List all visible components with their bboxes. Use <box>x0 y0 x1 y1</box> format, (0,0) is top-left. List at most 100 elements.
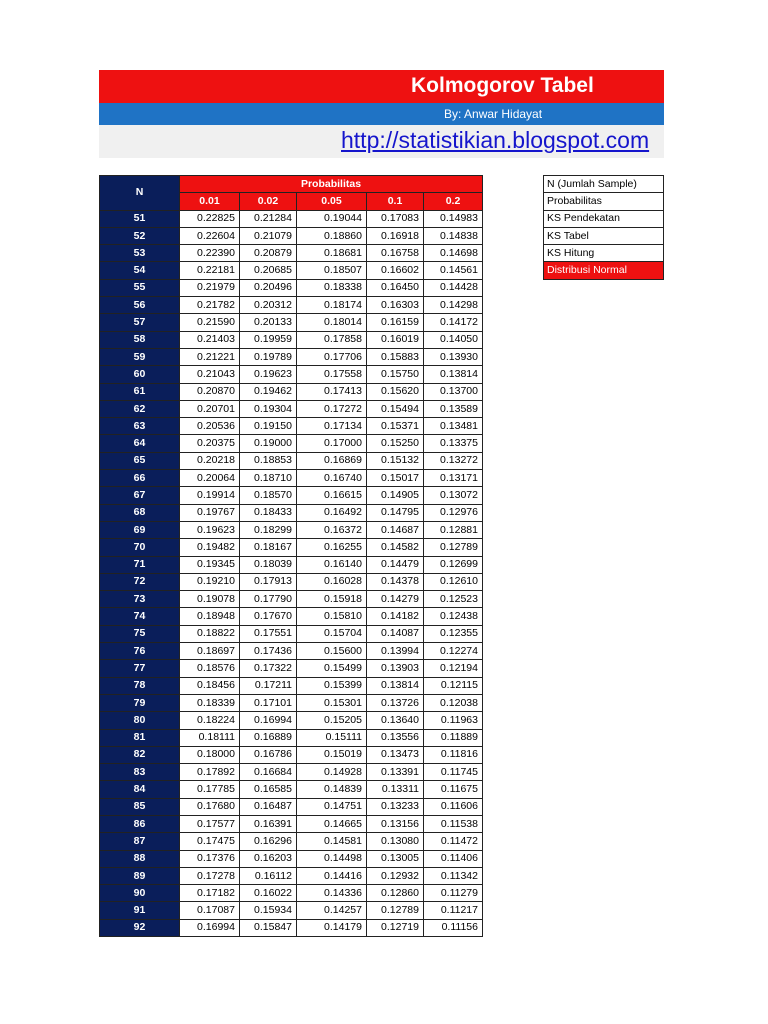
value-cell[interactable]: 0.14581 <box>296 832 367 851</box>
value-cell[interactable]: 0.16303 <box>366 296 424 315</box>
value-cell[interactable]: 0.20496 <box>239 278 297 298</box>
value-cell[interactable]: 0.17101 <box>239 693 297 713</box>
value-cell[interactable]: 0.13375 <box>423 434 483 453</box>
value-cell[interactable]: 0.16740 <box>296 469 367 488</box>
value-cell[interactable]: 0.11156 <box>423 918 483 938</box>
value-cell[interactable]: 0.13005 <box>366 849 424 868</box>
value-cell[interactable]: 0.15301 <box>296 693 367 713</box>
n-cell[interactable]: 91 <box>99 901 180 920</box>
value-cell[interactable]: 0.17790 <box>239 590 297 609</box>
value-cell[interactable]: 0.21403 <box>179 330 240 349</box>
value-cell[interactable]: 0.17322 <box>239 659 297 678</box>
n-cell[interactable]: 74 <box>99 607 180 626</box>
value-cell[interactable]: 0.21782 <box>179 296 240 315</box>
value-cell[interactable]: 0.20312 <box>239 296 297 315</box>
value-cell[interactable]: 0.19150 <box>239 417 297 436</box>
value-cell[interactable]: 0.12789 <box>423 538 483 557</box>
value-cell[interactable]: 0.22604 <box>179 226 240 246</box>
value-cell[interactable]: 0.16786 <box>239 745 297 765</box>
value-cell[interactable]: 0.14378 <box>366 572 424 592</box>
value-cell[interactable]: 0.12881 <box>423 520 483 540</box>
value-cell[interactable]: 0.13903 <box>366 659 424 678</box>
value-cell[interactable]: 0.15600 <box>296 642 367 661</box>
value-cell[interactable]: 0.18000 <box>179 745 240 765</box>
value-cell[interactable]: 0.11342 <box>423 866 483 886</box>
value-cell[interactable]: 0.20064 <box>179 469 240 488</box>
n-cell[interactable]: 78 <box>99 676 180 695</box>
value-cell[interactable]: 0.15132 <box>366 451 424 471</box>
value-cell[interactable]: 0.21043 <box>179 365 240 384</box>
n-cell[interactable]: 58 <box>99 330 180 349</box>
n-cell[interactable]: 53 <box>99 244 180 263</box>
value-cell[interactable]: 0.13994 <box>366 642 424 661</box>
value-cell[interactable]: 0.16889 <box>239 728 297 747</box>
value-cell[interactable]: 0.19914 <box>179 486 240 505</box>
value-cell[interactable]: 0.14257 <box>296 901 367 920</box>
value-cell[interactable]: 0.11279 <box>423 884 483 903</box>
value-cell[interactable]: 0.12038 <box>423 693 483 713</box>
value-cell[interactable]: 0.14698 <box>423 244 483 263</box>
value-cell[interactable]: 0.12438 <box>423 607 483 626</box>
value-cell[interactable]: 0.12699 <box>423 555 483 574</box>
value-cell[interactable]: 0.19462 <box>239 382 297 401</box>
value-cell[interactable]: 0.16296 <box>239 832 297 851</box>
value-cell[interactable]: 0.15017 <box>366 469 424 488</box>
value-cell[interactable]: 0.19623 <box>179 520 240 540</box>
value-cell[interactable]: 0.17670 <box>239 607 297 626</box>
n-cell[interactable]: 59 <box>99 347 180 367</box>
value-cell[interactable]: 0.22825 <box>179 209 240 228</box>
value-cell[interactable]: 0.11406 <box>423 849 483 868</box>
value-cell[interactable]: 0.22390 <box>179 244 240 263</box>
value-cell[interactable]: 0.17858 <box>296 330 367 349</box>
value-cell[interactable]: 0.19210 <box>179 572 240 592</box>
value-cell[interactable]: 0.18174 <box>296 296 367 315</box>
value-cell[interactable]: 0.14905 <box>366 486 424 505</box>
value-cell[interactable]: 0.19000 <box>239 434 297 453</box>
n-cell[interactable]: 70 <box>99 538 180 557</box>
value-cell[interactable]: 0.18822 <box>179 624 240 644</box>
value-cell[interactable]: 0.18014 <box>296 313 367 332</box>
value-cell[interactable]: 0.16255 <box>296 538 367 557</box>
value-cell[interactable]: 0.20218 <box>179 451 240 471</box>
value-cell[interactable]: 0.15847 <box>239 918 297 938</box>
n-cell[interactable]: 55 <box>99 278 180 298</box>
value-cell[interactable]: 0.18338 <box>296 278 367 298</box>
value-cell[interactable]: 0.14838 <box>423 226 483 246</box>
value-cell[interactable]: 0.21284 <box>239 209 297 228</box>
value-cell[interactable]: 0.18853 <box>239 451 297 471</box>
value-cell[interactable]: 0.13272 <box>423 451 483 471</box>
value-cell[interactable]: 0.11889 <box>423 728 483 747</box>
value-cell[interactable]: 0.14172 <box>423 313 483 332</box>
value-cell[interactable]: 0.17785 <box>179 780 240 799</box>
value-cell[interactable]: 0.18697 <box>179 642 240 661</box>
value-cell[interactable]: 0.17272 <box>296 399 367 419</box>
n-cell[interactable]: 88 <box>99 849 180 868</box>
n-cell[interactable]: 67 <box>99 486 180 505</box>
value-cell[interactable]: 0.16022 <box>239 884 297 903</box>
value-cell[interactable]: 0.12523 <box>423 590 483 609</box>
value-cell[interactable]: 0.17892 <box>179 763 240 782</box>
value-cell[interactable]: 0.19482 <box>179 538 240 557</box>
value-cell[interactable]: 0.18576 <box>179 659 240 678</box>
value-cell[interactable]: 0.18433 <box>239 503 297 522</box>
n-cell[interactable]: 51 <box>99 209 180 228</box>
value-cell[interactable]: 0.17182 <box>179 884 240 903</box>
n-cell[interactable]: 76 <box>99 642 180 661</box>
value-cell[interactable]: 0.13589 <box>423 399 483 419</box>
value-cell[interactable]: 0.16994 <box>239 711 297 730</box>
n-cell[interactable]: 84 <box>99 780 180 799</box>
value-cell[interactable]: 0.13473 <box>366 745 424 765</box>
value-cell[interactable]: 0.18339 <box>179 693 240 713</box>
n-cell[interactable]: 56 <box>99 296 180 315</box>
value-cell[interactable]: 0.16585 <box>239 780 297 799</box>
n-cell[interactable]: 81 <box>99 728 180 747</box>
value-cell[interactable]: 0.17577 <box>179 814 240 834</box>
value-cell[interactable]: 0.18299 <box>239 520 297 540</box>
value-cell[interactable]: 0.13080 <box>366 832 424 851</box>
value-cell[interactable]: 0.16372 <box>296 520 367 540</box>
value-cell[interactable]: 0.13556 <box>366 728 424 747</box>
value-cell[interactable]: 0.16028 <box>296 572 367 592</box>
value-cell[interactable]: 0.15918 <box>296 590 367 609</box>
value-cell[interactable]: 0.18860 <box>296 226 367 246</box>
value-cell[interactable]: 0.19304 <box>239 399 297 419</box>
